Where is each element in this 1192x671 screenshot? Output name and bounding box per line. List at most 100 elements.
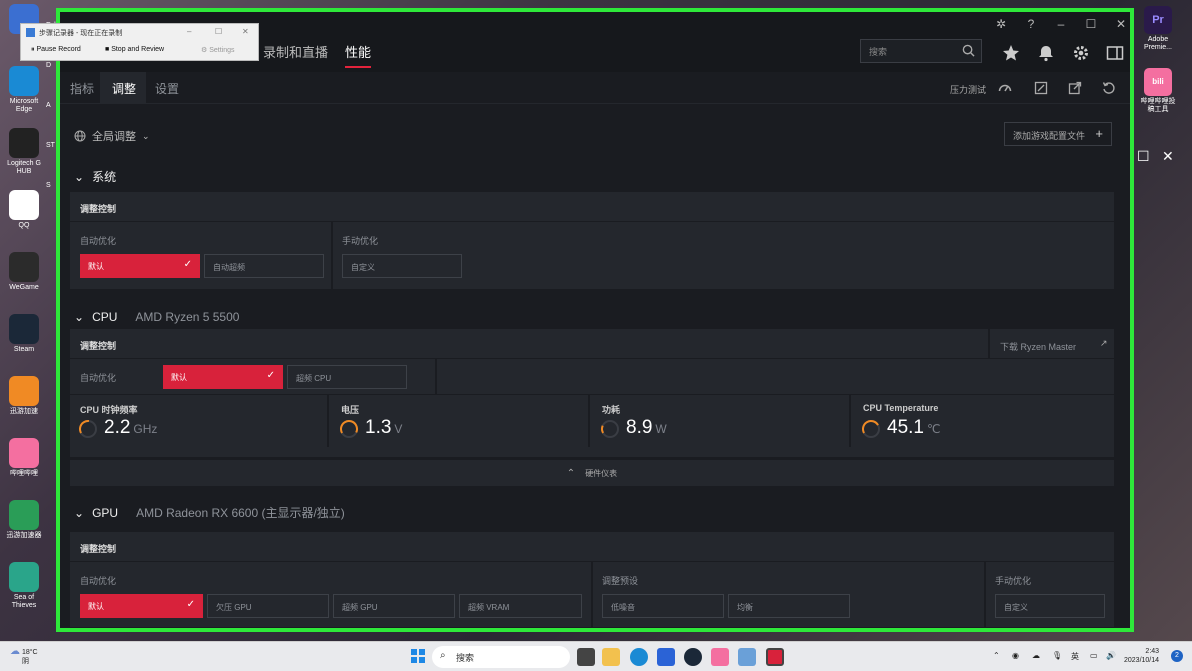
store-icon[interactable] bbox=[657, 648, 675, 666]
overclock-vram-button[interactable]: 超频 VRAM bbox=[459, 594, 582, 618]
desktop-icon-label: Microsoft Edge bbox=[9, 98, 39, 113]
overclock-cpu-button[interactable]: 超频 CPU bbox=[287, 365, 407, 389]
sidebar-toggle-icon[interactable] bbox=[1106, 44, 1124, 62]
task-view-icon[interactable] bbox=[577, 648, 595, 666]
clock[interactable]: 2:43 2023/10/14 bbox=[1124, 647, 1159, 665]
edge-icon[interactable] bbox=[630, 648, 648, 666]
cpu-metric: 功耗 8.9 W bbox=[592, 395, 851, 447]
metric-unit: ℃ bbox=[926, 422, 941, 436]
stress-test-button[interactable]: 压力测试 bbox=[950, 83, 986, 96]
cpu-metrics-row: CPU 时钟频率 2.2 GHz 电压 1.3 V 功耗 8.9 W CPU Temperatur… bbox=[70, 395, 1114, 447]
logitech-tray-icon[interactable]: ◉ bbox=[1012, 651, 1019, 660]
file-explorer-icon[interactable] bbox=[602, 648, 620, 666]
export-icon[interactable] bbox=[1068, 81, 1082, 95]
weather-widget[interactable]: ☁ 18°C 阴 bbox=[10, 647, 38, 666]
gpu-model: AMD Radeon RX 6600 (主显示器/独立) bbox=[136, 506, 345, 520]
tuning-preset-label: 调整预设 bbox=[602, 576, 639, 586]
add-game-profile-button[interactable]: 添加游戏配置文件 + bbox=[1004, 122, 1112, 146]
gpu-section-header[interactable]: ⌄ GPU AMD Radeon RX 6600 (主显示器/独立) bbox=[74, 504, 345, 521]
undervolt-gpu-button[interactable]: 欠压 GPU bbox=[207, 594, 329, 618]
bug-icon[interactable]: ✲ bbox=[990, 15, 1012, 33]
desktop-icon[interactable]: Steam bbox=[2, 314, 46, 354]
cpu-section-header[interactable]: ⌄ CPU AMD Ryzen 5 5500 bbox=[74, 310, 239, 324]
tab-performance[interactable]: 性能 bbox=[345, 42, 372, 68]
tab-record-stream[interactable]: 录制和直播 bbox=[263, 42, 328, 61]
steps-recorder-window: 步骤记录器 - 现在正在录制 – ☐ ✕ ⏸ Pause Record ■ St… bbox=[20, 23, 259, 61]
search-input[interactable]: 搜索 bbox=[860, 39, 982, 63]
reset-icon[interactable] bbox=[1102, 81, 1116, 95]
edit-icon[interactable] bbox=[1034, 81, 1048, 95]
bilibili-icon[interactable] bbox=[711, 648, 729, 666]
settings-button[interactable]: ⚙ Settings bbox=[201, 46, 235, 54]
auto-overclock-button[interactable]: 自动超频 bbox=[204, 254, 324, 278]
stop-label: Stop and Review bbox=[111, 46, 165, 53]
divider bbox=[435, 359, 437, 395]
volume-icon[interactable]: 🔊 bbox=[1106, 651, 1116, 660]
notification-badge[interactable]: 2 bbox=[1171, 650, 1183, 662]
download-ryzen-master-link[interactable]: 下载 Ryzen Master bbox=[1000, 340, 1076, 353]
sub-nav: 指标 调整 设置 压力测试 bbox=[60, 72, 1130, 107]
float-maximize-icon[interactable]: ☐ bbox=[1137, 148, 1150, 165]
minimize-icon[interactable]: – bbox=[1050, 15, 1072, 33]
maximize-icon[interactable]: ☐ bbox=[1080, 15, 1102, 33]
metric-label: 功耗 bbox=[602, 405, 621, 415]
desktop-icon-bili-upload[interactable]: bili 哔哩哔哩投稿工具 bbox=[1138, 68, 1178, 114]
panel-title: 调整控制 bbox=[80, 544, 117, 554]
hardware-gauges-toggle[interactable]: ⌃ 硬件仪表 bbox=[70, 460, 1114, 486]
gpu-panel: 调整控制 自动优化 调整预设 手动优化 默认 ✓ 欠压 GPU 超频 GPU 超频… bbox=[70, 532, 1114, 628]
pause-record-button[interactable]: ⏸ Pause Record bbox=[31, 46, 81, 54]
float-close-icon[interactable]: ✕ bbox=[1162, 148, 1174, 165]
close-icon[interactable]: ✕ bbox=[1110, 15, 1130, 33]
default-button[interactable]: 默认 ✓ bbox=[163, 365, 283, 389]
default-button[interactable]: 默认 ✓ bbox=[80, 594, 203, 618]
cloud-tray-icon[interactable]: ☁ bbox=[1032, 651, 1040, 660]
desktop-icon[interactable]: Sea of Thieves bbox=[2, 562, 46, 610]
desktop-icon-premiere[interactable]: Pr Adobe Premie... bbox=[1138, 6, 1178, 52]
network-icon[interactable]: ▭ bbox=[1090, 651, 1098, 660]
chevron-down-icon: ⌄ bbox=[142, 130, 150, 141]
stop-review-button[interactable]: ■ Stop and Review bbox=[105, 46, 164, 53]
input-language[interactable]: 英 bbox=[1071, 651, 1079, 662]
section-title: 系统 bbox=[92, 170, 117, 184]
desktop-icon-label: 迅游加速器 bbox=[6, 532, 42, 539]
quiet-preset-button[interactable]: 低噪音 bbox=[602, 594, 724, 618]
desktop-icon[interactable]: 迅游加速 bbox=[2, 376, 46, 416]
custom-button[interactable]: 自定义 bbox=[995, 594, 1105, 618]
close-icon[interactable]: ✕ bbox=[242, 27, 249, 36]
taskbar-search[interactable]: ⌕ 搜索 bbox=[432, 646, 570, 668]
desktop-icon[interactable]: 迅游加速器 bbox=[2, 500, 46, 540]
tab-tuning[interactable]: 调整 bbox=[112, 80, 137, 107]
balanced-preset-button[interactable]: 均衡 bbox=[728, 594, 850, 618]
show-hidden-icons[interactable]: ⌃ bbox=[993, 651, 1000, 660]
default-button[interactable]: 默认 ✓ bbox=[80, 254, 200, 278]
custom-button[interactable]: 自定义 bbox=[342, 254, 462, 278]
amd-software-icon[interactable] bbox=[766, 648, 784, 666]
tab-metrics[interactable]: 指标 bbox=[70, 80, 94, 97]
system-section-header[interactable]: ⌄ 系统 bbox=[74, 168, 116, 185]
speedometer-icon[interactable] bbox=[998, 81, 1012, 95]
scope-label: 全局调整 bbox=[92, 131, 136, 143]
help-icon[interactable]: ? bbox=[1020, 15, 1042, 33]
settings-gear-icon[interactable] bbox=[1072, 44, 1090, 62]
panel-title: 调整控制 bbox=[80, 204, 117, 214]
favorites-star-icon[interactable] bbox=[1002, 44, 1020, 62]
steam-icon[interactable] bbox=[684, 648, 702, 666]
tab-settings[interactable]: 设置 bbox=[155, 80, 179, 97]
premiere-icon: Pr bbox=[1144, 6, 1172, 34]
microphone-icon[interactable]: 🎙 bbox=[1052, 651, 1062, 660]
notification-bell-icon[interactable] bbox=[1037, 44, 1055, 62]
app-window: ✲ ? – ☐ ✕ 录制和直播 性能 搜索 指标 调整 设置 压力测试 全局调整… bbox=[56, 8, 1134, 632]
desktop-icon[interactable]: QQ bbox=[2, 190, 46, 230]
maximize-icon[interactable]: ☐ bbox=[215, 27, 222, 36]
recorder-title: 步骤记录器 - 现在正在录制 bbox=[39, 30, 123, 37]
overclock-gpu-button[interactable]: 超频 GPU bbox=[333, 594, 455, 618]
desktop-icon[interactable]: 哔哩哔哩 bbox=[2, 438, 46, 478]
global-tuning-dropdown[interactable]: 全局调整 ⌄ bbox=[74, 128, 150, 144]
desktop-icon[interactable]: WeGame bbox=[2, 252, 46, 292]
desktop-icon[interactable]: Microsoft Edge bbox=[2, 66, 46, 114]
default-label: 默认 bbox=[88, 602, 104, 611]
steps-recorder-icon[interactable] bbox=[738, 648, 756, 666]
start-windows-icon[interactable] bbox=[411, 649, 425, 663]
minimize-icon[interactable]: – bbox=[187, 27, 191, 36]
desktop-icon[interactable]: Logitech G HUB bbox=[2, 128, 46, 176]
